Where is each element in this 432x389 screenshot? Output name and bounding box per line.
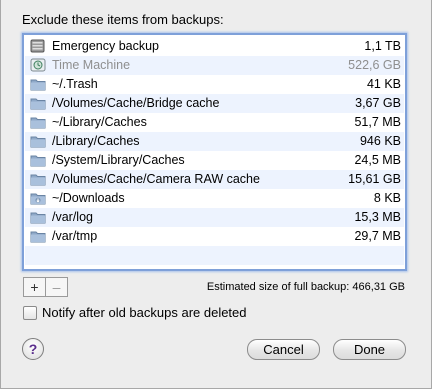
excluded-items-list[interactable]: Emergency backup 1,1 TB Time Machine 522… (22, 33, 407, 271)
item-size: 24,5 MB (354, 153, 401, 167)
item-name: ~/.Trash (52, 77, 98, 91)
item-name: /var/tmp (52, 229, 98, 243)
list-item[interactable]: /var/log 15,3 MB (25, 208, 404, 227)
item-name: /Library/Caches (52, 134, 140, 148)
time-machine-icon (30, 58, 46, 72)
list-item[interactable]: /Library/Caches 946 KB (25, 132, 404, 151)
item-name: Emergency backup (52, 39, 160, 53)
list-item[interactable]: /Volumes/Cache/Bridge cache 3,67 GB (25, 94, 404, 113)
folder-icon (30, 210, 46, 224)
folder-icon (30, 172, 46, 186)
item-name: /var/log (52, 210, 93, 224)
estimated-size-label: Estimated size of full backup: 466,31 GB (206, 281, 405, 293)
item-size: 8 KB (373, 191, 401, 205)
item-size: 522,6 GB (348, 58, 401, 72)
cancel-button[interactable]: Cancel (247, 339, 320, 360)
empty-row (25, 246, 404, 265)
folder-icon (30, 153, 46, 167)
folder-icon (30, 115, 46, 129)
folder-icon (30, 134, 46, 148)
item-size: 51,7 MB (354, 115, 401, 129)
drive-icon (30, 39, 46, 53)
item-size: 41 KB (366, 77, 401, 91)
item-name: /System/Library/Caches (52, 153, 185, 167)
list-item[interactable]: /Volumes/Cache/Camera RAW cache 15,61 GB (25, 170, 404, 189)
item-size: 29,7 MB (354, 229, 401, 243)
item-name: /Volumes/Cache/Bridge cache (52, 96, 220, 110)
item-size: 3,67 GB (355, 96, 401, 110)
dialog-heading: Exclude these items from backups: (22, 12, 224, 27)
item-name: Time Machine (52, 58, 131, 72)
list-item[interactable]: ~/Downloads 8 KB (25, 189, 404, 208)
notify-checkbox-row[interactable]: Notify after old backups are deleted (23, 305, 247, 320)
item-size: 1,1 TB (364, 39, 401, 53)
list-item[interactable]: /System/Library/Caches 24,5 MB (25, 151, 404, 170)
exclude-dialog: Exclude these items from backups: Emerge… (0, 0, 432, 389)
list-item[interactable]: Time Machine 522,6 GB (25, 56, 404, 75)
item-name: /Volumes/Cache/Camera RAW cache (52, 172, 260, 186)
add-button[interactable]: + (24, 278, 45, 296)
downloads-folder-icon (30, 191, 46, 205)
item-size: 946 KB (359, 134, 401, 148)
item-size: 15,61 GB (348, 172, 401, 186)
folder-icon (30, 77, 46, 91)
remove-button[interactable]: – (45, 278, 67, 296)
list-item[interactable]: ~/.Trash 41 KB (25, 75, 404, 94)
add-remove-control: + – (23, 277, 68, 297)
notify-checkbox-label: Notify after old backups are deleted (42, 305, 247, 320)
list-item[interactable]: /var/tmp 29,7 MB (25, 227, 404, 246)
notify-checkbox[interactable] (23, 305, 37, 320)
folder-icon (30, 229, 46, 243)
list-item[interactable]: ~/Library/Caches 51,7 MB (25, 113, 404, 132)
item-name: ~/Downloads (52, 191, 125, 205)
folder-icon (30, 96, 46, 110)
list-item[interactable]: Emergency backup 1,1 TB (25, 37, 404, 56)
done-button[interactable]: Done (333, 339, 406, 360)
help-button[interactable]: ? (22, 338, 44, 360)
item-size: 15,3 MB (354, 210, 401, 224)
item-name: ~/Library/Caches (52, 115, 147, 129)
